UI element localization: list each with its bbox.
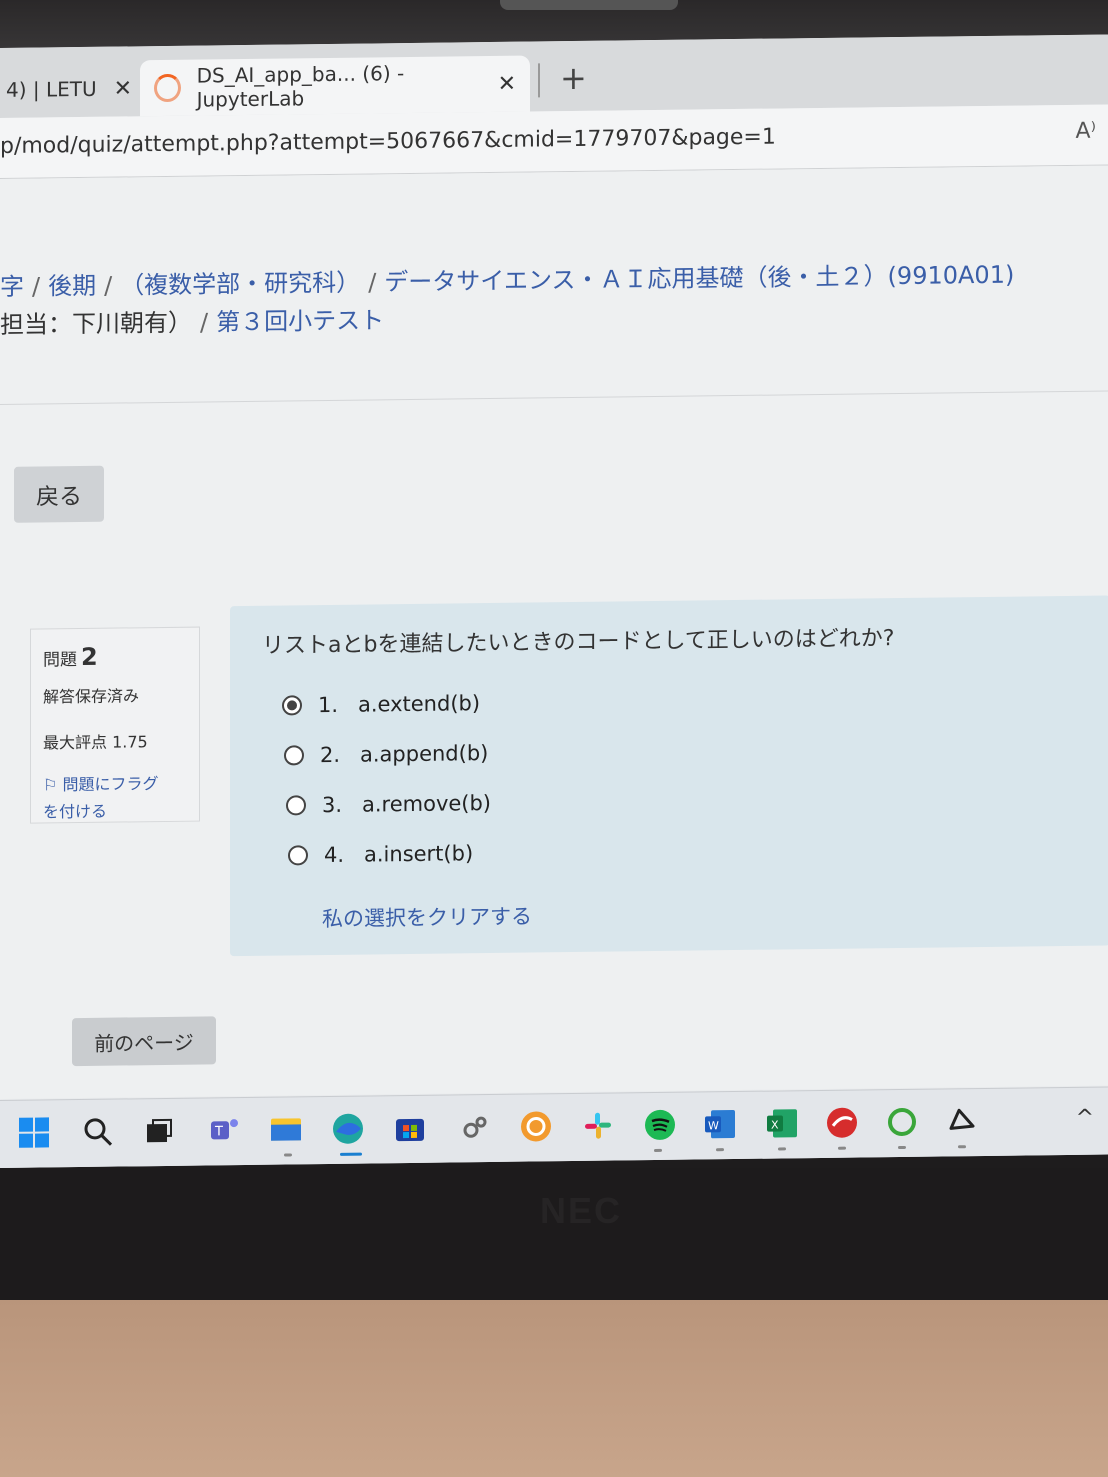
question-number-value: 2 <box>81 642 98 672</box>
breadcrumb-separator: / <box>368 268 377 297</box>
loading-spinner-icon <box>154 73 181 103</box>
radio-button[interactable] <box>288 845 308 866</box>
question-number: 問題 2 <box>43 642 187 672</box>
running-indicator <box>284 1153 292 1157</box>
slack-icon[interactable] <box>580 1107 616 1143</box>
breadcrumb: 字 / 後期 / （複数学部・研究科） / データサイエンス・ＡＩ応用基礎（後・土２）(99… <box>0 255 1014 302</box>
close-tab-icon[interactable]: ✕ <box>498 71 516 96</box>
excel-icon[interactable]: X <box>764 1105 800 1141</box>
circle-app-icon[interactable] <box>884 1104 920 1140</box>
camera-notch <box>500 0 678 10</box>
url-text[interactable]: p/mod/quiz/attempt.php?attempt=5067667&c… <box>0 125 776 159</box>
taskbar: T W X ^ <box>0 1086 1108 1169</box>
tab-jupyterlab[interactable]: DS_AI_app_ba... (6) - JupyterLab ✕ <box>140 55 530 117</box>
search-icon[interactable] <box>80 1114 116 1150</box>
max-grade: 最大評点 1.75 <box>43 732 148 753</box>
running-indicator <box>778 1147 786 1151</box>
cloud-app-icon[interactable] <box>944 1103 980 1139</box>
edge-icon[interactable] <box>330 1111 366 1147</box>
question-text: リストaとbを連結したいときのコードとして正しいのはどれか? <box>262 626 895 659</box>
page-content: 字 / 後期 / （複数学部・研究科） / データサイエンス・ＡＩ応用基礎（後・土２）(99… <box>0 165 1108 1100</box>
app-icon[interactable] <box>518 1108 554 1144</box>
tab-letu[interactable]: 4) | LETU ✕ <box>0 60 146 118</box>
store-icon[interactable] <box>392 1110 428 1146</box>
chevron-up-icon[interactable]: ^ <box>1076 1106 1094 1131</box>
option-number: 3. <box>322 792 343 818</box>
brand-logo: NEC <box>540 1190 623 1231</box>
running-indicator <box>898 1145 906 1150</box>
answer-option-1[interactable]: 1. a.extend(b) <box>282 691 480 717</box>
radio-button[interactable] <box>284 745 304 766</box>
word-icon[interactable]: W <box>702 1106 738 1142</box>
tab-title: 4) | LETU <box>6 76 97 102</box>
svg-text:T: T <box>214 1124 223 1139</box>
running-indicator <box>958 1145 966 1149</box>
laptop-bezel-bottom <box>0 1168 1108 1308</box>
answer-option-2[interactable]: 2. a.append(b) <box>284 741 488 767</box>
security-icon[interactable] <box>824 1104 860 1140</box>
question-box: リストaとbを連結したいときのコードとして正しいのはどれか? 1. a.exte… <box>230 595 1108 957</box>
answer-option-3[interactable]: 3. a.remove(b) <box>286 791 491 818</box>
breadcrumb-item[interactable]: 字 <box>0 273 24 301</box>
divider <box>0 390 1108 405</box>
clear-choice-link[interactable]: 私の選択をクリアする <box>322 901 532 934</box>
option-number: 2. <box>320 742 341 768</box>
breadcrumb-item-quiz[interactable]: 第３回小テスト <box>216 306 384 336</box>
radio-button[interactable] <box>286 795 306 816</box>
option-number: 1. <box>318 692 339 718</box>
previous-page-button[interactable]: 前のページ <box>72 1016 216 1067</box>
radio-button-selected[interactable] <box>282 695 302 716</box>
settings-icon[interactable] <box>456 1109 492 1145</box>
new-tab-button[interactable]: + <box>560 59 587 97</box>
spotify-icon[interactable] <box>642 1107 678 1143</box>
teams-icon[interactable]: T <box>206 1112 242 1148</box>
tab-bar: 4) | LETU ✕ DS_AI_app_ba... (6) - Jupyte… <box>0 34 1108 118</box>
task-view-icon[interactable] <box>140 1113 176 1149</box>
option-number: 4. <box>324 842 345 868</box>
file-explorer-icon[interactable] <box>268 1111 304 1147</box>
active-indicator <box>340 1152 362 1156</box>
option-label: a.append(b) <box>360 741 489 767</box>
tab-separator <box>538 63 540 98</box>
answer-status: 解答保存済み <box>43 686 140 707</box>
running-indicator <box>838 1146 846 1150</box>
close-tab-icon[interactable]: ✕ <box>114 76 132 101</box>
breadcrumb-line2: 担当：下川朝有） / 第３回小テスト <box>0 300 384 340</box>
tab-title: DS_AI_app_ba... (6) - JupyterLab <box>196 61 405 112</box>
windows-start-icon[interactable] <box>16 1114 52 1150</box>
question-label: 問題 <box>43 650 77 671</box>
question-info-panel: 問題 2 解答保存済み 最大評点 1.75 ⚐ 問題にフラグ を付ける <box>30 626 200 826</box>
screen: 4) | LETU ✕ DS_AI_app_ba... (6) - Jupyte… <box>0 34 1108 1169</box>
flag-question-link[interactable]: ⚐ 問題にフラグ を付ける <box>43 770 187 826</box>
breadcrumb-separator: / <box>200 308 209 337</box>
desk-surface <box>0 1300 1108 1477</box>
running-indicator <box>654 1148 662 1153</box>
breadcrumb-item[interactable]: （複数学部・研究科） <box>120 269 360 300</box>
breadcrumb-separator: / <box>104 271 113 300</box>
option-label: a.extend(b) <box>358 691 481 717</box>
running-indicator <box>716 1148 724 1152</box>
flag-label-line2: を付ける <box>43 801 108 822</box>
breadcrumb-item[interactable]: 後期 <box>48 272 96 301</box>
option-label: a.remove(b) <box>362 791 492 817</box>
breadcrumb-item: 担当：下川朝有） <box>0 308 192 339</box>
breadcrumb-item[interactable]: データサイエンス・ＡＩ応用基礎（後・土２）(9910A01) <box>384 261 1014 297</box>
read-aloud-icon[interactable]: A⁾ <box>1076 119 1096 144</box>
option-label: a.insert(b) <box>364 841 474 867</box>
svg-text:W: W <box>708 1119 719 1132</box>
answer-option-4[interactable]: 4. a.insert(b) <box>288 841 473 867</box>
flag-icon: ⚐ <box>43 775 58 795</box>
flag-label-line1: 問題にフラグ <box>62 774 159 795</box>
back-button[interactable]: 戻る <box>14 465 104 523</box>
svg-text:X: X <box>771 1118 779 1131</box>
breadcrumb-separator: / <box>32 272 41 301</box>
